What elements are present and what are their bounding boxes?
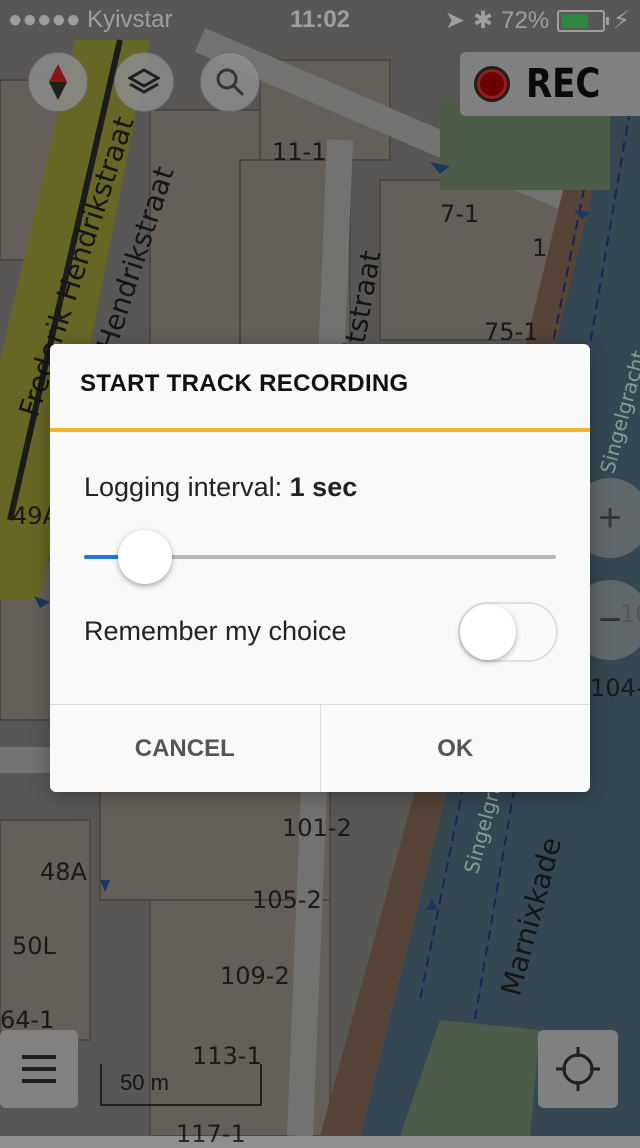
toggle-knob	[460, 604, 516, 660]
logging-interval-slider[interactable]	[84, 530, 556, 586]
start-recording-dialog: START TRACK RECORDING Logging interval: …	[50, 344, 590, 792]
logging-interval-label: Logging interval: 1 sec	[84, 472, 357, 503]
remember-choice-toggle[interactable]	[458, 602, 558, 662]
slider-thumb[interactable]	[118, 530, 173, 584]
ok-button[interactable]: OK	[319, 705, 591, 792]
title-divider	[50, 428, 590, 432]
interval-value: 1 sec	[289, 472, 358, 502]
dialog-buttons: CANCEL OK	[50, 704, 590, 792]
dialog-title: START TRACK RECORDING	[80, 370, 409, 397]
remember-choice-label: Remember my choice	[84, 616, 347, 646]
cancel-button[interactable]: CANCEL	[50, 705, 320, 792]
interval-label-text: Logging interval:	[84, 472, 283, 502]
